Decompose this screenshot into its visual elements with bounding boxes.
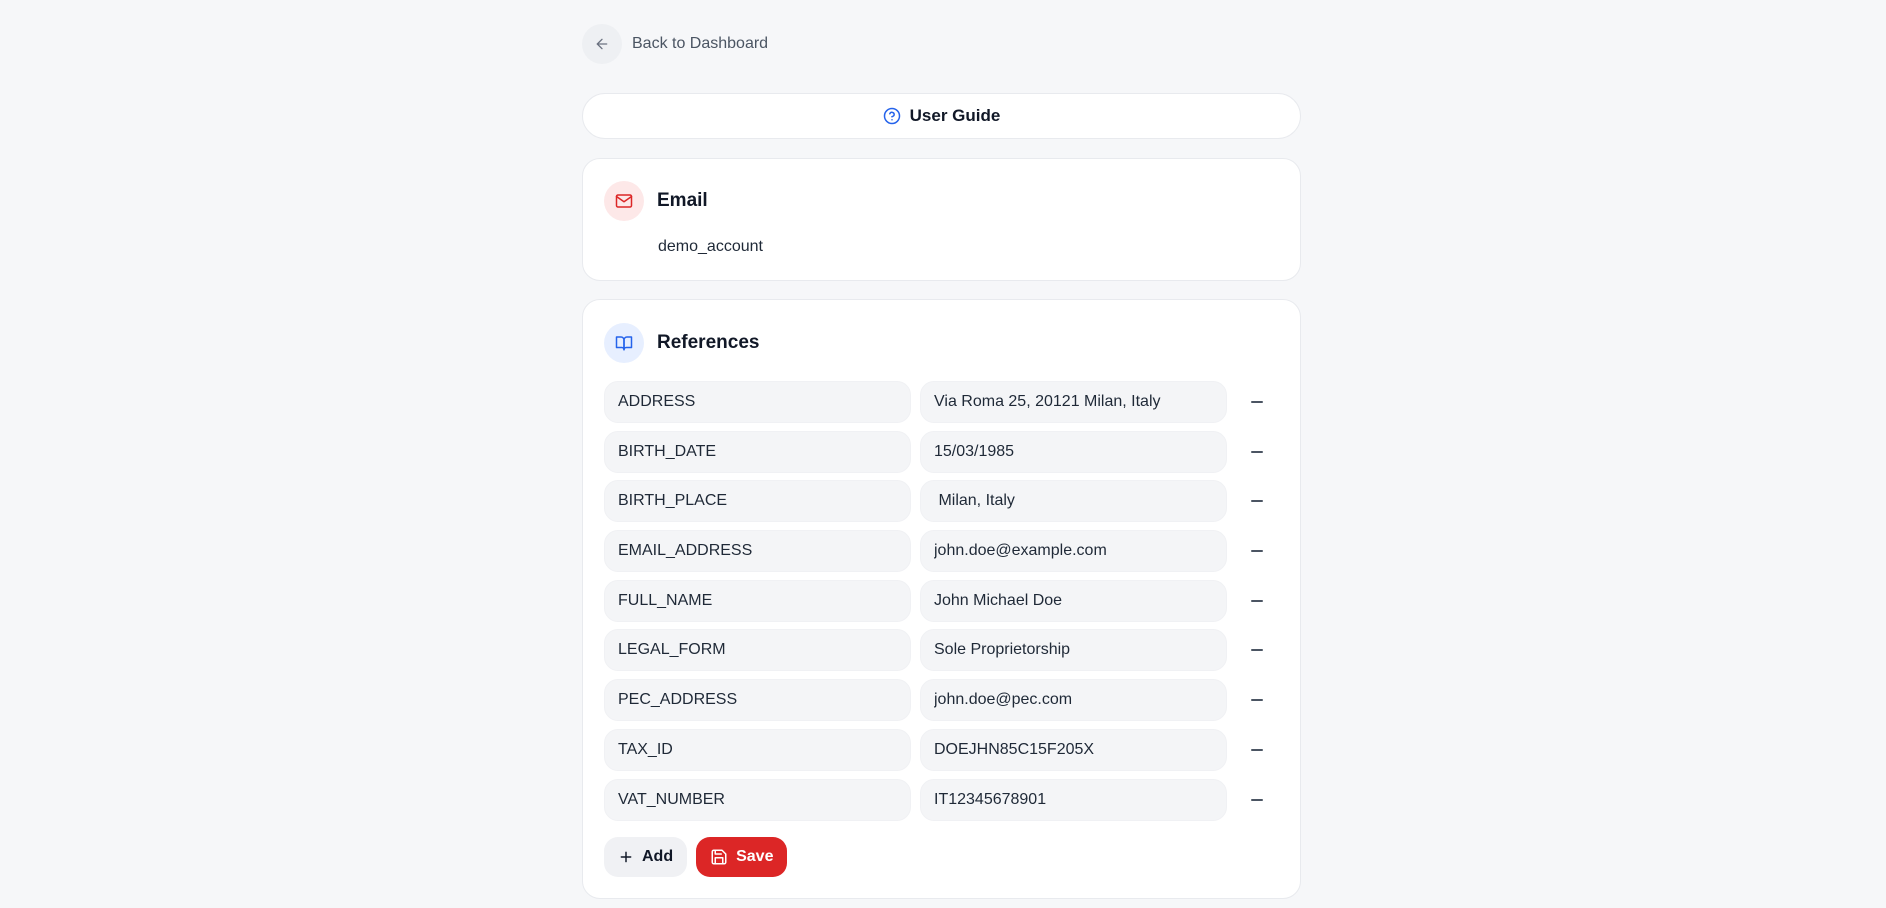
email-icon-badge (604, 181, 644, 221)
email-card: Email demo_account (582, 158, 1301, 281)
remove-row-button[interactable] (1241, 634, 1273, 666)
email-card-header: Email (604, 181, 708, 221)
remove-row-button[interactable] (1241, 784, 1273, 816)
reference-row (604, 480, 1273, 523)
remove-row-button[interactable] (1241, 535, 1273, 567)
reference-key-input[interactable] (604, 778, 911, 821)
references-icon-badge (604, 323, 644, 363)
minus-icon (1251, 798, 1263, 801)
back-label: Back to Dashboard (632, 35, 769, 52)
remove-row-button[interactable] (1241, 585, 1273, 617)
reference-key-input[interactable] (604, 728, 911, 771)
add-label: Add (642, 848, 674, 865)
add-reference-button[interactable]: Add (604, 837, 688, 877)
remove-row-button[interactable] (1241, 386, 1273, 418)
save-icon (711, 849, 727, 865)
reference-key-input[interactable] (604, 381, 911, 423)
reference-value-input[interactable] (920, 480, 1227, 523)
reference-key-input[interactable] (604, 430, 911, 473)
reference-value-input[interactable] (920, 679, 1227, 722)
reference-value-input[interactable] (920, 430, 1227, 473)
references-card-header: References (604, 323, 759, 363)
save-label: Save (736, 848, 774, 865)
minus-icon (1251, 401, 1263, 403)
reference-row (604, 629, 1273, 672)
minus-icon (1251, 450, 1263, 453)
reference-key-input[interactable] (604, 579, 911, 622)
reference-value-input[interactable] (920, 530, 1227, 573)
mail-icon (615, 194, 633, 208)
reference-row (604, 778, 1273, 821)
help-circle-icon (883, 107, 900, 125)
minus-icon (1251, 699, 1263, 702)
user-guide-label: User Guide (909, 106, 1001, 125)
save-button[interactable]: Save (696, 837, 788, 877)
reference-value-input[interactable] (920, 778, 1227, 821)
reference-row (604, 728, 1273, 771)
reference-key-input[interactable] (604, 480, 911, 523)
minus-icon (1251, 550, 1263, 553)
book-open-icon (615, 336, 633, 351)
minus-icon (1251, 599, 1263, 602)
references-card: References ADDRESS Via Roma 25, 20121 Mi… (582, 299, 1301, 899)
references-card-title: References (657, 332, 760, 353)
reference-row (604, 430, 1273, 473)
back-to-dashboard-link[interactable]: Back to Dashboard (582, 24, 768, 64)
arrow-left-icon (596, 38, 608, 50)
remove-row-button[interactable] (1241, 734, 1273, 766)
user-guide-button[interactable]: User Guide (582, 93, 1301, 139)
minus-icon (1251, 500, 1263, 503)
minus-icon (1251, 748, 1263, 751)
reference-row (604, 579, 1273, 622)
reference-key-input[interactable] (604, 629, 911, 672)
reference-value-input[interactable] (920, 629, 1227, 672)
back-button[interactable] (582, 24, 622, 64)
reference-row (604, 381, 1273, 423)
email-card-title: Email (657, 190, 708, 211)
remove-row-button[interactable] (1241, 684, 1273, 716)
plus-icon (620, 851, 632, 863)
remove-row-button[interactable] (1241, 485, 1273, 517)
reference-value-input[interactable] (920, 381, 1227, 423)
reference-value-input[interactable] (920, 579, 1227, 622)
reference-row (604, 530, 1273, 573)
reference-key-input[interactable] (604, 530, 911, 573)
minus-icon (1251, 649, 1263, 652)
reference-row (604, 679, 1273, 722)
email-value: demo_account (658, 238, 763, 255)
reference-key-input[interactable] (604, 679, 911, 722)
references-actions: Add Save (604, 837, 788, 877)
reference-value-input[interactable] (920, 728, 1227, 771)
remove-row-button[interactable] (1241, 436, 1273, 468)
references-list (604, 381, 1273, 828)
